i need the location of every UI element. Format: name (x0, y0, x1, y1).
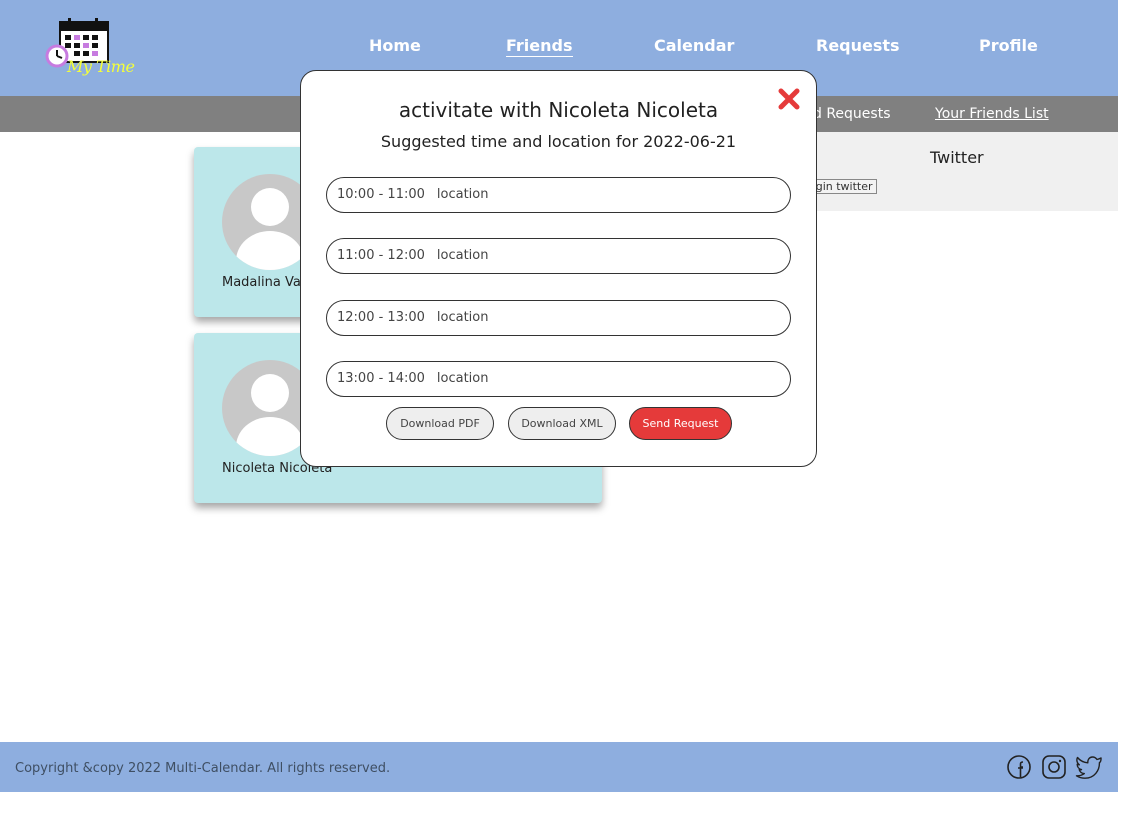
send-request-button[interactable]: Send Request (629, 407, 732, 440)
slot-location: location (436, 371, 489, 386)
avatar-head (251, 188, 289, 226)
time-slot-option[interactable]: 12:00 - 13:00 location (326, 300, 791, 336)
slot-time: 13:00 - 14:00 (337, 371, 425, 386)
footer: Copyright &copy 2022 Multi-Calendar. All… (0, 742, 1118, 792)
modal-title: activitate with Nicoleta Nicoleta (398, 98, 719, 122)
nav-profile[interactable]: Profile (979, 36, 1038, 55)
slot-time: 10:00 - 11:00 (337, 187, 425, 202)
nav-requests[interactable]: Requests (816, 36, 900, 55)
time-slot-option[interactable]: 10:00 - 11:00 location (326, 177, 791, 213)
friends-list-link[interactable]: Your Friends List (935, 106, 1049, 122)
friend-requests-link[interactable]: d Requests (813, 106, 891, 122)
avatar-body (236, 417, 304, 456)
slot-time: 11:00 - 12:00 (337, 248, 425, 263)
nav-friends[interactable]: Friends (506, 36, 573, 57)
logo-text: My Time (67, 57, 135, 76)
twitter-icon[interactable] (1075, 754, 1102, 780)
friend-name: Madalina Va (222, 275, 301, 290)
modal-subtitle: Suggested time and location for 2022-06-… (380, 132, 737, 151)
instagram-icon[interactable] (1041, 754, 1067, 780)
slot-location: location (436, 187, 489, 202)
avatar-head (251, 374, 289, 412)
slot-time: 12:00 - 13:00 (337, 310, 425, 325)
slot-location: location (436, 310, 489, 325)
time-slot-option[interactable]: 11:00 - 12:00 location (326, 238, 791, 274)
facebook-icon[interactable] (1006, 754, 1032, 780)
copyright-text: Copyright &copy 2022 Multi-Calendar. All… (15, 761, 391, 776)
download-pdf-button[interactable]: Download PDF (386, 407, 494, 440)
activity-modal: activitate with Nicoleta Nicoleta Sugges… (300, 70, 817, 467)
time-slot-option[interactable]: 13:00 - 14:00 location (326, 361, 791, 397)
avatar-body (236, 231, 304, 270)
slot-location: location (436, 248, 489, 263)
download-xml-button[interactable]: Download XML (508, 407, 616, 440)
twitter-heading: Twitter (930, 148, 984, 167)
nav-calendar[interactable]: Calendar (654, 36, 734, 55)
close-icon[interactable] (777, 87, 801, 111)
nav-home[interactable]: Home (369, 36, 421, 55)
